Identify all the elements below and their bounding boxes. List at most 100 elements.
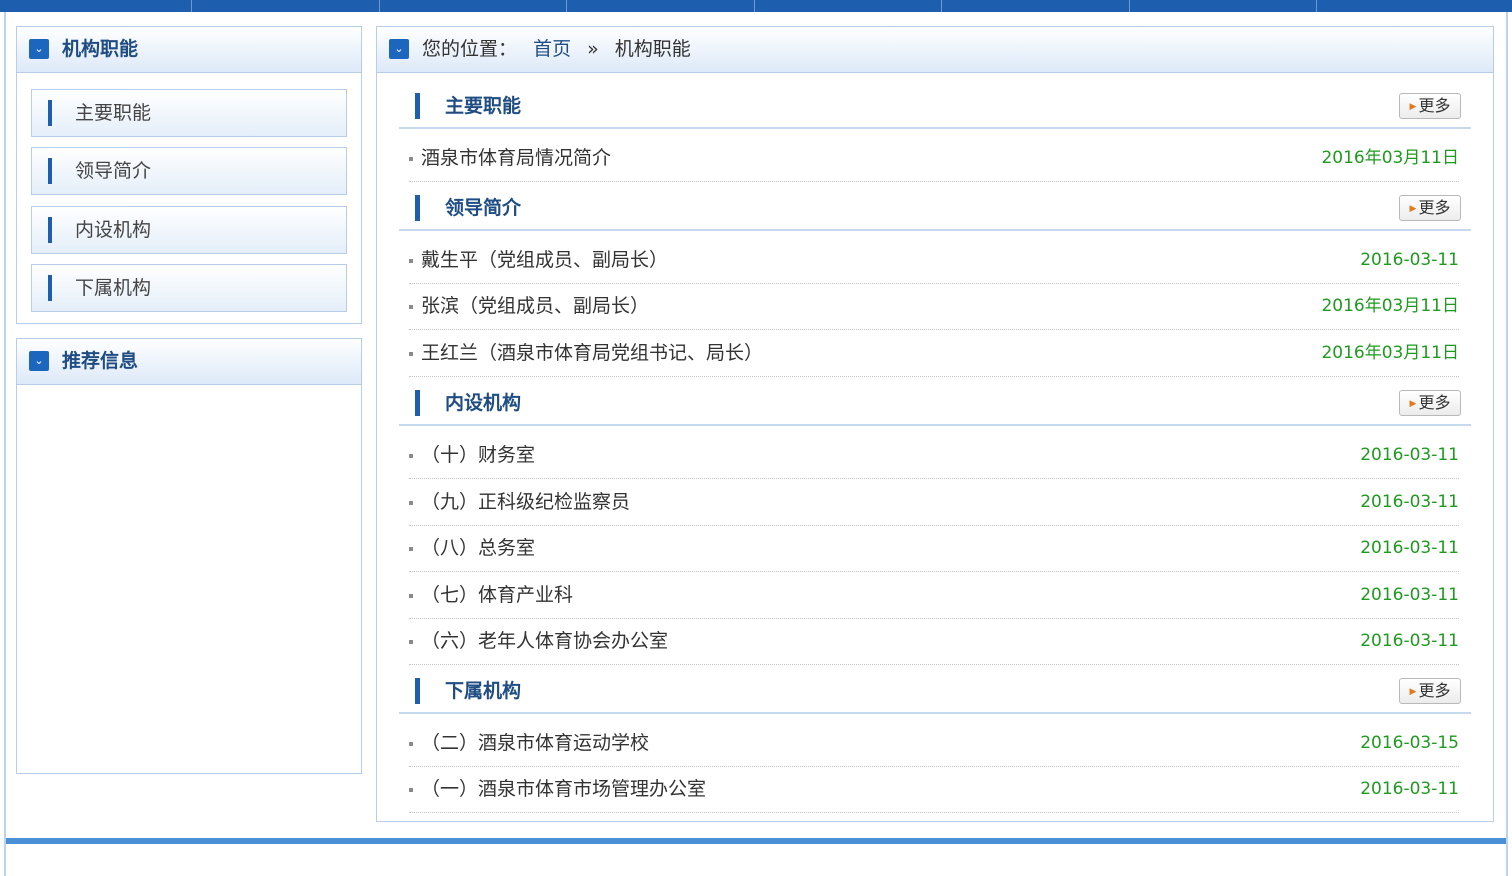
- list-item[interactable]: （九）正科级纪检监察员 2016-03-11: [409, 479, 1459, 526]
- list-item-date: 2016-03-11: [1360, 445, 1459, 465]
- sidebar-item-label: 下属机构: [75, 277, 152, 299]
- frame-left-border: [4, 12, 6, 876]
- bullet-icon: [409, 640, 413, 644]
- list-item[interactable]: （七）体育产业科 2016-03-11: [409, 572, 1459, 619]
- list-item-date: 2016年03月11日: [1321, 296, 1459, 316]
- bullet-icon: [409, 352, 413, 356]
- list-item-date: 2016-03-11: [1360, 585, 1459, 605]
- list-item-link[interactable]: 戴生平（党组成员、副局长）: [421, 237, 668, 283]
- section-bar: [415, 93, 420, 119]
- breadcrumb: 您的位置： 首页 » 机构职能: [422, 27, 701, 72]
- bullet-icon: [409, 788, 413, 792]
- nav-separator: [1316, 0, 1317, 12]
- list-item[interactable]: 王红兰（酒泉市体育局党组书记、局长） 2016年03月11日: [409, 330, 1459, 377]
- section-title[interactable]: 下属机构: [445, 670, 521, 712]
- more-label: 更多: [1418, 198, 1451, 217]
- section-header-internal-departments: 内设机构 ▶ 更多: [399, 382, 1471, 426]
- main-panel: ⌄ 您的位置： 首页 » 机构职能 主要职能 ▶ 更多 酒泉市体育局情况简介 20…: [376, 26, 1494, 822]
- more-label: 更多: [1418, 393, 1451, 412]
- item-bar: [48, 217, 52, 243]
- arrow-right-icon: ▶: [1409, 204, 1417, 214]
- list-item-link[interactable]: （九）正科级纪检监察员: [421, 479, 630, 525]
- item-bar: [48, 100, 52, 126]
- bullet-icon: [409, 742, 413, 746]
- list-item-date: 2016年03月11日: [1321, 343, 1459, 363]
- more-button[interactable]: ▶ 更多: [1399, 195, 1461, 221]
- bullet-icon: [409, 594, 413, 598]
- sidebar-panel-header: ⌄ 机构职能: [17, 27, 361, 73]
- section-header-main-functions: 主要职能 ▶ 更多: [399, 85, 1471, 129]
- bullet-icon: [409, 454, 413, 458]
- section-title[interactable]: 主要职能: [445, 85, 521, 127]
- section-title[interactable]: 领导简介: [445, 187, 521, 229]
- recommend-panel-header: ⌄ 推荐信息: [17, 339, 361, 385]
- recommend-panel: ⌄ 推荐信息: [16, 338, 362, 774]
- more-label: 更多: [1418, 96, 1451, 115]
- list-item[interactable]: （六）老年人体育协会办公室 2016-03-11: [409, 618, 1459, 665]
- list-item[interactable]: （一）酒泉市体育市场管理办公室 2016-03-11: [409, 766, 1459, 813]
- more-button[interactable]: ▶ 更多: [1399, 678, 1461, 704]
- breadcrumb-home-link[interactable]: 首页: [533, 38, 571, 60]
- sidebar-item-main-functions[interactable]: 主要职能: [31, 89, 347, 137]
- item-bar: [48, 275, 52, 301]
- list-item-link[interactable]: 张滨（党组成员、副局长）: [421, 283, 649, 329]
- section-bar: [415, 195, 420, 221]
- sidebar-title: 机构职能: [62, 38, 139, 60]
- bullet-icon: [409, 305, 413, 309]
- more-button[interactable]: ▶ 更多: [1399, 93, 1461, 119]
- arrow-right-icon: ▶: [1409, 687, 1417, 697]
- list-item[interactable]: （八）总务室 2016-03-11: [409, 525, 1459, 572]
- list-item-link[interactable]: （十）财务室: [421, 432, 535, 478]
- recommend-title: 推荐信息: [62, 350, 139, 372]
- top-nav-bar: [0, 0, 1512, 12]
- more-button[interactable]: ▶ 更多: [1399, 390, 1461, 416]
- breadcrumb-current: 机构职能: [614, 38, 691, 60]
- bullet-icon: [409, 547, 413, 551]
- arrow-right-icon: ▶: [1409, 102, 1417, 112]
- list-item-link[interactable]: （七）体育产业科: [421, 572, 573, 618]
- nav-separator: [191, 0, 192, 12]
- list-item-link[interactable]: （一）酒泉市体育市场管理办公室: [421, 766, 706, 812]
- breadcrumb-separator: »: [587, 38, 599, 60]
- sidebar-panel: ⌄ 机构职能 主要职能 领导简介 内设机构 下属机构: [16, 26, 362, 324]
- list-item[interactable]: 张滨（党组成员、副局长） 2016年03月11日: [409, 283, 1459, 330]
- list-item-link[interactable]: （二）酒泉市体育运动学校: [421, 720, 649, 766]
- list-item-link[interactable]: 酒泉市体育局情况简介: [421, 135, 611, 181]
- breadcrumb-bar: ⌄ 您的位置： 首页 » 机构职能: [377, 27, 1493, 73]
- list-item[interactable]: （十）财务室 2016-03-11: [409, 432, 1459, 479]
- bullet-icon: [409, 501, 413, 505]
- list-item[interactable]: 戴生平（党组成员、副局长） 2016-03-11: [409, 237, 1459, 284]
- list-item-date: 2016-03-15: [1360, 733, 1459, 753]
- list-item-date: 2016年03月11日: [1321, 148, 1459, 168]
- list-item-link[interactable]: （八）总务室: [421, 525, 535, 571]
- chevron-down-icon: ⌄: [29, 351, 49, 371]
- nav-separator: [566, 0, 567, 12]
- section-header-subordinate-units: 下属机构 ▶ 更多: [399, 670, 1471, 714]
- section-header-leaders: 领导简介 ▶ 更多: [399, 187, 1471, 231]
- section-title[interactable]: 内设机构: [445, 382, 521, 424]
- nav-separator: [379, 0, 380, 12]
- sidebar-item-label: 主要职能: [75, 102, 152, 124]
- list-item-link[interactable]: 王红兰（酒泉市体育局党组书记、局长）: [421, 330, 763, 376]
- sidebar-item-internal-departments[interactable]: 内设机构: [31, 206, 347, 254]
- nav-separator: [754, 0, 755, 12]
- list-item[interactable]: 酒泉市体育局情况简介 2016年03月11日: [409, 135, 1459, 182]
- list-item[interactable]: （二）酒泉市体育运动学校 2016-03-15: [409, 720, 1459, 767]
- list-item-link[interactable]: （六）老年人体育协会办公室: [421, 618, 668, 664]
- footer-divider: [6, 838, 1506, 844]
- list-item-date: 2016-03-11: [1360, 779, 1459, 799]
- list-item-date: 2016-03-11: [1360, 538, 1459, 558]
- sidebar-item-label: 内设机构: [75, 219, 152, 241]
- more-label: 更多: [1418, 681, 1451, 700]
- bullet-icon: [409, 157, 413, 161]
- sidebar-item-subordinate-units[interactable]: 下属机构: [31, 264, 347, 312]
- arrow-right-icon: ▶: [1409, 399, 1417, 409]
- breadcrumb-prefix: 您的位置：: [422, 38, 518, 60]
- chevron-down-icon: ⌄: [389, 39, 409, 59]
- sidebar-item-label: 领导简介: [75, 160, 152, 182]
- nav-separator: [1129, 0, 1130, 12]
- section-bar: [415, 390, 420, 416]
- frame-right-border: [1506, 12, 1508, 876]
- sidebar-item-leaders[interactable]: 领导简介: [31, 147, 347, 195]
- item-bar: [48, 158, 52, 184]
